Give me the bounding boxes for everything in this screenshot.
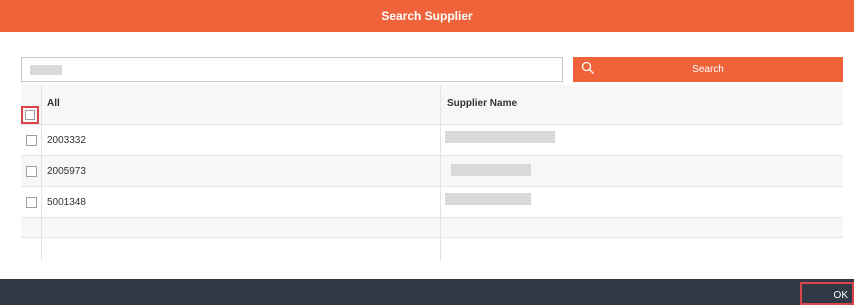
ok-button-label: OK bbox=[833, 290, 848, 301]
table-row bbox=[21, 218, 843, 238]
row-checkbox[interactable] bbox=[26, 197, 37, 208]
table-header: All Supplier Name bbox=[21, 85, 843, 125]
supplier-id: 2005973 bbox=[47, 166, 86, 177]
dialog-footer bbox=[0, 279, 854, 305]
row-checkbox[interactable] bbox=[26, 135, 37, 146]
search-input[interactable] bbox=[21, 57, 563, 82]
supplier-table: All Supplier Name 2003332 2005973 500134… bbox=[21, 85, 843, 261]
select-all-checkbox[interactable] bbox=[21, 106, 39, 124]
ok-button[interactable]: OK bbox=[800, 282, 854, 305]
redacted-supplier-name bbox=[451, 164, 531, 176]
table-row[interactable]: 5001348 bbox=[21, 187, 843, 218]
table-row[interactable]: 2005973 bbox=[21, 156, 843, 187]
table-row[interactable]: 2003332 bbox=[21, 125, 843, 156]
redacted-search-text bbox=[30, 65, 62, 75]
row-checkbox[interactable] bbox=[26, 166, 37, 177]
search-button[interactable]: Search bbox=[573, 57, 843, 82]
supplier-id: 5001348 bbox=[47, 197, 86, 208]
column-header-supplier-name: Supplier Name bbox=[447, 98, 518, 109]
supplier-id: 2003332 bbox=[47, 135, 86, 146]
column-divider bbox=[41, 85, 42, 261]
dialog-title-bar: Search Supplier bbox=[0, 0, 854, 32]
redacted-supplier-name bbox=[445, 131, 555, 143]
checkbox-box[interactable] bbox=[25, 110, 35, 120]
redacted-supplier-name bbox=[445, 193, 531, 205]
search-button-label: Search bbox=[692, 64, 724, 75]
column-divider bbox=[440, 85, 441, 261]
column-header-all: All bbox=[47, 98, 60, 109]
dialog-title: Search Supplier bbox=[381, 9, 473, 23]
